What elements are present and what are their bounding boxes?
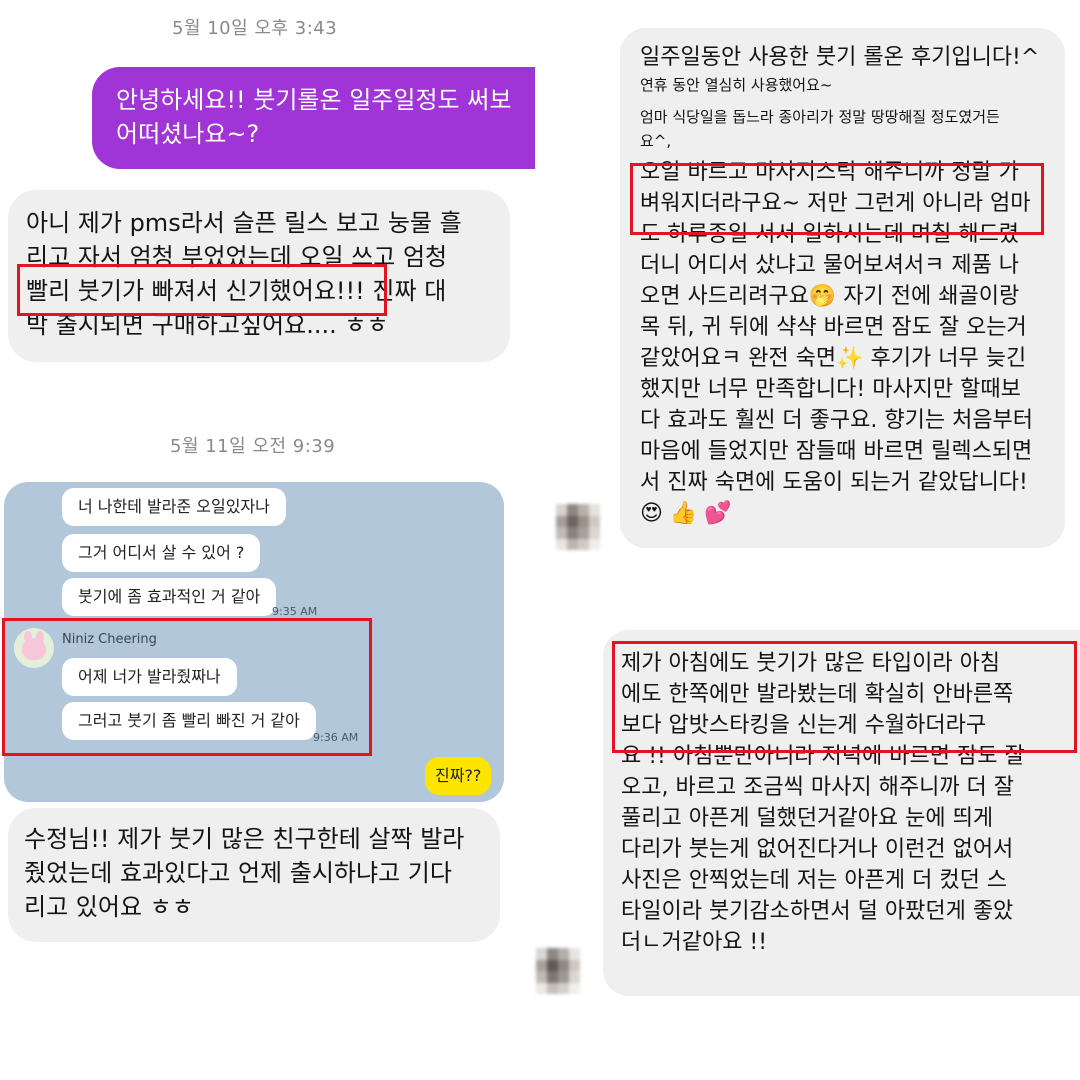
- review-message-bubble[interactable]: 일주일동안 사용한 붓기 롤온 후기입니다!^ 연휴 동안 열심히 사용했어요~…: [620, 28, 1065, 548]
- chat-message[interactable]: 그거 어디서 살 수 있어 ?: [62, 534, 261, 572]
- review-line: 더ㄴ거같아요 !!: [621, 930, 768, 955]
- review-title: 일주일동안 사용한 붓기 롤온 후기입니다!^: [640, 45, 1040, 70]
- review-line: 마음에 들었지만 잠들때 바르면 릴렉스되면: [640, 439, 1033, 464]
- blurred-avatar[interactable]: [556, 504, 600, 550]
- review-line: 타일이라 붓기감소하면서 덜 아팠던게 좋았: [621, 899, 1014, 924]
- my-chat-message[interactable]: 진짜??: [425, 757, 492, 795]
- review-line: 오고, 바르고 조금씩 마사지 해주니까 더 잘: [621, 775, 1015, 800]
- review-emoji-line: 😍 👍 💕: [640, 501, 732, 526]
- review-line: 같았어요ㅋ 완전 숙면✨ 후기가 너무 늦긴: [640, 346, 1027, 371]
- reply-line: 수정님!! 제가 붓기 많은 친구한테 살짝 발라: [24, 825, 465, 853]
- timestamp-may-10: 5월 10일 오후 3:43: [172, 18, 338, 39]
- message-time: 9:35 AM: [272, 605, 318, 618]
- reply-line: 줬었는데 효과있다고 언제 출시하냐고 기다: [24, 859, 452, 887]
- reply-message-bubble[interactable]: 수정님!! 제가 붓기 많은 친구한테 살짝 발라 줬었는데 효과있다고 언제 …: [8, 808, 500, 942]
- review-line: 목 뒤, 귀 뒤에 샥샥 바르면 잠도 잘 오는거: [640, 315, 1027, 340]
- blurred-avatar[interactable]: [536, 948, 580, 994]
- review-line: 다리가 붓는게 없어진다거나 이런건 없어서: [621, 837, 1014, 862]
- review-small-line: 연휴 동안 열심히 사용했어요~: [640, 76, 833, 94]
- reply-line: 아니 제가 pms라서 슬픈 릴스 보고 눙물 흘: [26, 209, 462, 237]
- review-line: 더니 어디서 샀냐고 물어보셔서ㅋ 제품 나: [640, 253, 1020, 278]
- chat-message[interactable]: 너 나한테 발라준 오일있자나: [62, 488, 286, 526]
- review-line: 사진은 안찍었는데 저는 아픈게 더 컸던 스: [621, 868, 1008, 893]
- review-line: 서 진짜 숙면에 도움이 되는거 같았답니다!: [640, 470, 1028, 495]
- chat-message[interactable]: 붓기에 좀 효과적인 거 같아: [62, 578, 277, 616]
- review-line: 오면 사드리려구요🤭 자기 전에 쇄골이랑: [640, 284, 1020, 309]
- highlight-box: [17, 264, 387, 316]
- review-line: 풀리고 아픈게 덜했던거같아요 눈에 띄게: [621, 806, 994, 831]
- sent-message-bubble[interactable]: 안녕하세요!! 붓기롤온 일주일정도 써보 어떠셨나요~?: [92, 67, 535, 169]
- highlight-box: [2, 618, 372, 756]
- review-small-line: 요^,: [640, 132, 672, 150]
- review-small-line: 엄마 식당일을 돕느라 종아리가 정말 땅땅해질 정도였거든: [640, 108, 1000, 126]
- highlight-box: [612, 641, 1077, 753]
- review-line: 다 효과도 훨씬 더 좋구요. 향기는 처음부터: [640, 408, 1034, 433]
- timestamp-may-11: 5월 11일 오전 9:39: [170, 436, 336, 457]
- sent-message-line: 안녕하세요!! 붓기롤온 일주일정도 써보: [116, 86, 512, 114]
- highlight-box: [630, 163, 1044, 235]
- sent-message-line: 어떠셨나요~?: [116, 120, 260, 148]
- reply-line: 리고 있어요 ㅎㅎ: [24, 893, 194, 921]
- review-line: 했지만 너무 만족합니다! 마사지만 할때보: [640, 377, 1021, 402]
